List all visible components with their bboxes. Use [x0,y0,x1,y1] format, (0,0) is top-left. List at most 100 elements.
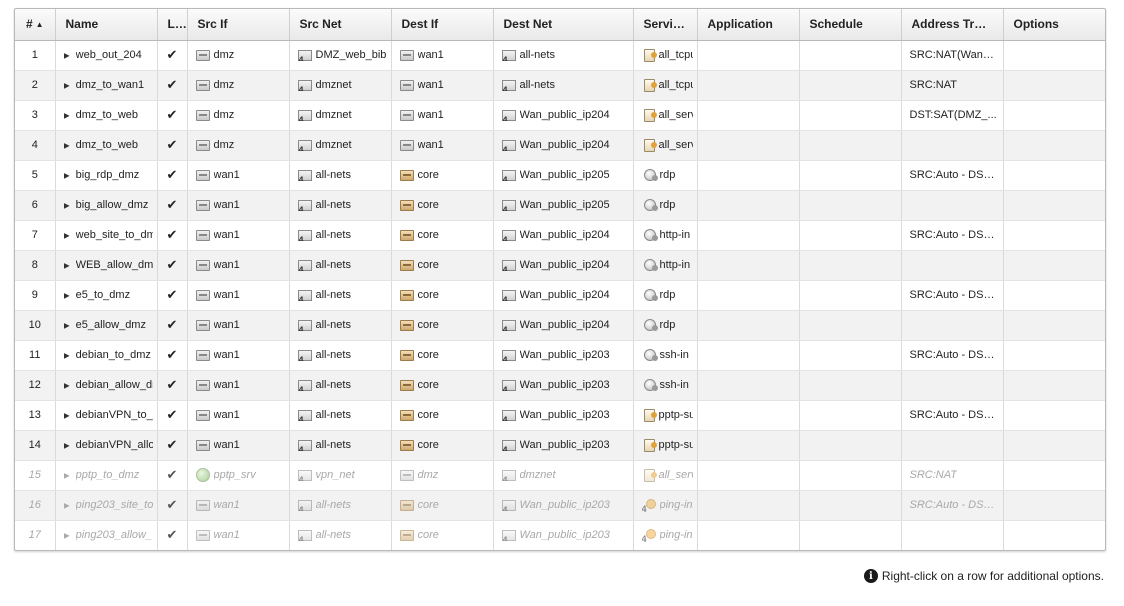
log-cell: ✔ [157,250,188,281]
table-row[interactable]: 6 ▶ big_allow_dmz ✔ wan1 all-nets core Wan_publ… [15,190,1105,221]
dest-net-value: Wan_public_ip204 [519,109,610,121]
table-row[interactable]: 17 ▶ ping203_allow_ ✔ wan1 all-nets core Wan_pu… [15,520,1105,550]
expand-triangle-icon[interactable]: ▶ [64,381,70,390]
ipv4-address-icon [297,530,312,541]
rule-name-cell[interactable]: ▶ WEB_allow_dmz [55,250,158,281]
dest-net-value: Wan_public_ip205 [519,199,610,211]
expand-triangle-icon[interactable]: ▶ [64,51,70,60]
rule-name-cell[interactable]: ▶ dmz_to_wan1 [55,70,158,101]
rule-name-cell[interactable]: ▶ ping203_allow_ [55,520,158,550]
rule-name-cell[interactable]: ▶ debian_to_dmz [55,340,158,371]
service-cell: rdp [633,160,698,191]
service-value: rdp [659,169,676,181]
table-row[interactable]: 1 ▶ web_out_204 ✔ dmz DMZ_web_biblio wan1 all-n… [15,40,1105,71]
rule-name-cell[interactable]: ▶ web_out_204 [55,40,158,71]
column-header-options[interactable]: Options [1003,9,1105,41]
column-header-name[interactable]: Name [55,9,158,41]
expand-triangle-icon[interactable]: ▶ [64,81,70,90]
ipv4-address-icon [297,440,312,451]
service-cell: all_tcpudp [633,70,698,101]
rule-name-cell[interactable]: ▶ big_rdp_dmz [55,160,158,191]
rule-name-cell[interactable]: ▶ debianVPN_allow [55,430,158,461]
rule-name-cell[interactable]: ▶ e5_to_dmz [55,280,158,311]
expand-triangle-icon[interactable]: ▶ [64,291,70,300]
expand-triangle-icon[interactable]: ▶ [64,201,70,210]
table-row[interactable]: 10 ▶ e5_allow_dmz ✔ wan1 all-nets core Wan_publ… [15,310,1105,341]
table-row[interactable]: 14 ▶ debianVPN_allow ✔ wan1 all-nets core Wan_p… [15,430,1105,461]
table-row[interactable]: 3 ▶ dmz_to_web ✔ dmz dmznet wan1 Wan_public_ip2… [15,100,1105,131]
interface-icon [195,140,210,151]
column-header-dest-if[interactable]: Dest If [391,9,494,41]
table-row[interactable]: 15 ▶ pptp_to_dmz ✔ pptp_srv vpn_net dmz dmznet a… [15,460,1105,491]
expand-triangle-icon[interactable]: ▶ [64,171,70,180]
dest-net-cell: Wan_public_ip204 [493,280,634,311]
rule-name-cell[interactable]: ▶ debianVPN_to_dmz [55,400,158,431]
expand-triangle-icon[interactable]: ▶ [64,261,70,270]
service-cell: rdp [633,310,698,341]
src-if-cell: wan1 [187,340,290,371]
expand-triangle-icon[interactable]: ▶ [64,411,70,420]
ipv4-address-icon [501,290,516,301]
table-row[interactable]: 7 ▶ web_site_to_dmz ✔ wan1 all-nets core Wan_pu… [15,220,1105,251]
ipv4-address-icon [297,80,312,91]
address-translation-value: SRC:Auto - DST:... [909,349,999,361]
column-header-schedule[interactable]: Schedule [799,9,902,41]
rule-name-cell[interactable]: ▶ dmz_to_web [55,130,158,161]
column-header-number[interactable]: # ▲ [15,9,56,41]
column-header-src-net[interactable]: Src Net [289,9,392,41]
expand-triangle-icon[interactable]: ▶ [64,501,70,510]
rule-name-cell[interactable]: ▶ dmz_to_web [55,100,158,131]
ipv4-address-icon [297,500,312,511]
rule-name-cell[interactable]: ▶ debian_allow_dmz [55,370,158,401]
checkmark-icon: ✔ [166,377,178,392]
rule-name-cell[interactable]: ▶ ping203_site_to [55,490,158,521]
dest-if-cell: core [391,400,494,431]
column-header-address-translation[interactable]: Address Tran... [901,9,1004,41]
table-row[interactable]: 5 ▶ big_rdp_dmz ✔ wan1 all-nets core Wan_public… [15,160,1105,191]
rule-name: debian_to_dmz [75,349,151,361]
column-header-service[interactable]: Servic... [633,9,698,41]
expand-triangle-icon[interactable]: ▶ [64,321,70,330]
service-cell: rdp [633,280,698,311]
interface-icon [195,500,210,511]
column-header-application[interactable]: Application [697,9,800,41]
src-net-value: all-nets [315,499,351,511]
column-header-src-if[interactable]: Src If [187,9,290,41]
ipv4-address-icon [501,380,516,391]
rules-table: # ▲ Name L... Src If Src Net Dest If Dest… [15,9,1105,550]
address-translation-cell [901,130,1004,161]
dest-if-value: core [417,349,439,361]
table-row[interactable]: 12 ▶ debian_allow_dmz ✔ wan1 all-nets core Wan_… [15,370,1105,401]
src-if-value: pptp_srv [213,469,256,481]
column-header-log[interactable]: L... [157,9,188,41]
dest-if-value: core [417,319,439,331]
rule-name-cell[interactable]: ▶ pptp_to_dmz [55,460,158,491]
table-row[interactable]: 2 ▶ dmz_to_wan1 ✔ dmz dmznet wan1 all-nets all_t… [15,70,1105,101]
checkmark-icon: ✔ [166,137,178,152]
column-header-dest-net[interactable]: Dest Net [493,9,634,41]
table-row[interactable]: 13 ▶ debianVPN_to_dmz ✔ wan1 all-nets core Wan_… [15,400,1105,431]
ipv4-address-icon [297,110,312,121]
table-row[interactable]: 16 ▶ ping203_site_to ✔ wan1 all-nets core Wan_p… [15,490,1105,521]
rule-name-cell[interactable]: ▶ big_allow_dmz [55,190,158,221]
table-row[interactable]: 4 ▶ dmz_to_web ✔ dmz dmznet wan1 Wan_public_ip2… [15,130,1105,161]
service-value: all_services [658,139,693,151]
expand-triangle-icon[interactable]: ▶ [64,471,70,480]
address-translation-cell: SRC:Auto - DST:... [901,160,1004,191]
options-cell [1003,520,1105,550]
rule-name-cell[interactable]: ▶ web_site_to_dmz [55,220,158,251]
expand-triangle-icon[interactable]: ▶ [64,111,70,120]
src-net-cell: vpn_net [289,460,392,491]
service-icon [643,199,658,211]
expand-triangle-icon[interactable]: ▶ [64,141,70,150]
expand-triangle-icon[interactable]: ▶ [64,441,70,450]
table-row[interactable]: 9 ▶ e5_to_dmz ✔ wan1 all-nets core Wan_public_i… [15,280,1105,311]
table-row[interactable]: 8 ▶ WEB_allow_dmz ✔ wan1 all-nets core Wan_publ… [15,250,1105,281]
expand-triangle-icon[interactable]: ▶ [64,531,70,540]
rule-name-cell[interactable]: ▶ e5_allow_dmz [55,310,158,341]
table-row[interactable]: 11 ▶ debian_to_dmz ✔ wan1 all-nets core Wan_pub… [15,340,1105,371]
expand-triangle-icon[interactable]: ▶ [64,351,70,360]
dest-if-cell: wan1 [391,100,494,131]
expand-triangle-icon[interactable]: ▶ [64,231,70,240]
interface-icon [399,500,414,511]
